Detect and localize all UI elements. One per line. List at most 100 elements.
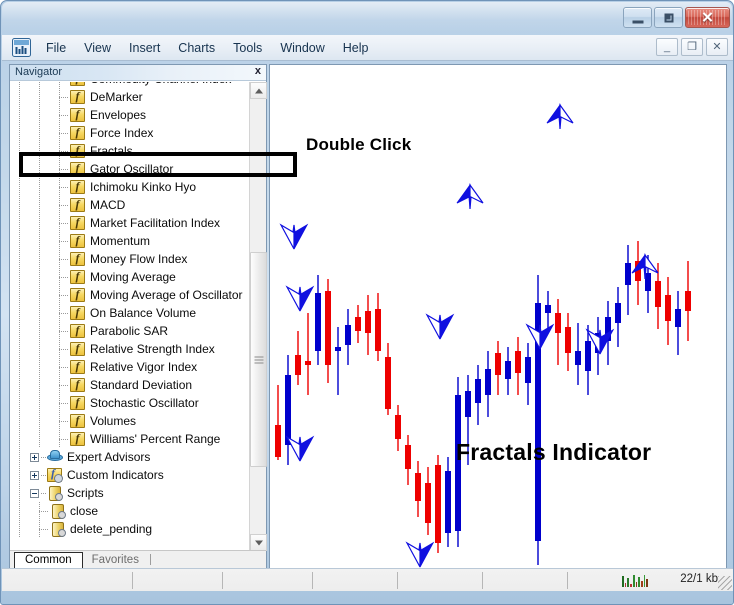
tree-item-macd[interactable]: MACD: [10, 196, 246, 214]
tree-item-demarker[interactable]: DeMarker: [10, 88, 246, 106]
candle: [675, 291, 681, 355]
tree-expander-minus-icon[interactable]: [30, 488, 39, 498]
candle: [615, 287, 621, 347]
fractal-arrow-down: [285, 435, 315, 462]
tab-favorites[interactable]: Favorites: [83, 553, 148, 568]
minimize-button[interactable]: [623, 7, 652, 28]
chart-panel[interactable]: Double Click Fractals Indicator: [269, 64, 727, 569]
tree-guide: [30, 214, 50, 232]
network-traffic-icon: [622, 573, 649, 587]
candle: [515, 337, 521, 395]
candle: [635, 241, 641, 305]
candle: [445, 457, 451, 547]
tree-item-delete-pending[interactable]: delete_pending: [10, 520, 246, 538]
tree-guide: [10, 394, 30, 412]
tree-guide: [10, 250, 30, 268]
tree-item-money-flow-index[interactable]: Money Flow Index: [10, 250, 246, 268]
candle: [275, 385, 281, 460]
tree-item-williams-percent-range[interactable]: Williams' Percent Range: [10, 430, 246, 448]
scroll-up-button[interactable]: [250, 82, 267, 99]
tree-item-scripts[interactable]: Scripts: [10, 484, 246, 502]
tree-guide: [30, 358, 50, 376]
menu-items: File View Insert Charts Tools Window Hel…: [37, 38, 378, 58]
indicator-f-icon: [70, 179, 85, 194]
tab-common[interactable]: Common: [14, 552, 83, 568]
maximize-button[interactable]: [654, 7, 683, 28]
tree-guide-elbow: [50, 124, 70, 142]
expert-advisor-icon: [47, 450, 63, 464]
tree-item-parabolic-sar[interactable]: Parabolic SAR: [10, 322, 246, 340]
menu-item-charts[interactable]: Charts: [169, 38, 224, 58]
tree-guide: [30, 304, 50, 322]
tree-guide-elbow: [50, 268, 70, 286]
tree-item-relative-strength-index[interactable]: Relative Strength Index: [10, 340, 246, 358]
tree-item-custom-indicators[interactable]: Custom Indicators: [10, 466, 246, 484]
menu-item-window[interactable]: Window: [271, 38, 333, 58]
tree-item-on-balance-volume[interactable]: On Balance Volume: [10, 304, 246, 322]
close-button[interactable]: ✕: [685, 7, 730, 28]
navigator-close-icon[interactable]: x: [255, 65, 261, 77]
tree-item-close[interactable]: close: [10, 502, 246, 520]
tree-guide: [10, 232, 30, 250]
tree-item-ichimoku-kinko-hyo[interactable]: Ichimoku Kinko Hyo: [10, 178, 246, 196]
metatrader-chart-icon: [12, 38, 31, 57]
mdi-minimize-button[interactable]: _: [656, 38, 678, 56]
annotation-double-click: Double Click: [306, 135, 412, 154]
fractal-arrow-down: [525, 323, 555, 350]
tree-item-volumes[interactable]: Volumes: [10, 412, 246, 430]
tree-item-stochastic-oscillator[interactable]: Stochastic Oscillator: [10, 394, 246, 412]
tree-guide-elbow: [50, 430, 70, 448]
tree-expander-plus-icon[interactable]: [30, 452, 39, 462]
tree-expander-plus-icon[interactable]: [30, 470, 39, 480]
tab-separator: [149, 554, 151, 565]
menu-item-help[interactable]: Help: [334, 38, 378, 58]
menu-item-insert[interactable]: Insert: [120, 38, 169, 58]
title-bar: ✕: [1, 1, 733, 35]
status-cell-divider: [222, 572, 223, 589]
tree-guide: [10, 520, 30, 538]
tree-item-envelopes[interactable]: Envelopes: [10, 106, 246, 124]
candle: [505, 347, 511, 395]
indicator-f-icon: [70, 395, 85, 410]
tree-guide: [30, 106, 50, 124]
tree-item-market-facilitation-index[interactable]: Market Facilitation Index: [10, 214, 246, 232]
tree-guide: [10, 268, 30, 286]
fractal-arrow-down: [425, 313, 455, 340]
status-cell-divider: [312, 572, 313, 589]
tree-item-moving-average[interactable]: Moving Average: [10, 268, 246, 286]
menu-item-file[interactable]: File: [37, 38, 75, 58]
memory-usage-label: 22/1 kb: [680, 573, 718, 585]
scrollbar-thumb[interactable]: [250, 252, 267, 467]
traffic-bar: [627, 578, 630, 587]
tree-item-force-index[interactable]: Force Index: [10, 124, 246, 142]
tree-item-moving-average-of-oscillator[interactable]: Moving Average of Oscillator: [10, 286, 246, 304]
tree-item-label: On Balance Volume: [90, 306, 197, 320]
tree-item-label: Market Facilitation Index: [90, 216, 221, 230]
tree-item-momentum[interactable]: Momentum: [10, 232, 246, 250]
tree-guide: [10, 376, 30, 394]
mdi-close-button[interactable]: ✕: [706, 38, 728, 56]
tree-item-label: Expert Advisors: [67, 450, 151, 464]
scroll-down-button[interactable]: [250, 534, 267, 551]
tree-item-label: Relative Strength Index: [90, 342, 215, 356]
mdi-restore-button[interactable]: ❐: [681, 38, 703, 56]
indicator-f-icon: [70, 82, 85, 86]
indicator-f-icon: [70, 341, 85, 356]
menu-item-tools[interactable]: Tools: [224, 38, 271, 58]
traffic-bar: [635, 582, 638, 587]
status-cell-divider: [132, 572, 133, 589]
fractal-arrow-down: [405, 541, 435, 568]
menu-item-view[interactable]: View: [75, 38, 120, 58]
tree-item-standard-deviation[interactable]: Standard Deviation: [10, 376, 246, 394]
traffic-bar: [622, 576, 624, 587]
resize-grip-icon[interactable]: [718, 576, 732, 590]
scrollbar-grip-icon: [254, 356, 263, 363]
indicator-f-icon: [70, 233, 85, 248]
annotation-fractals-indicator: Fractals Indicator: [456, 439, 652, 465]
tree-item-relative-vigor-index[interactable]: Relative Vigor Index: [10, 358, 246, 376]
tree-item-label: Moving Average: [90, 270, 176, 284]
tree-item-label: Ichimoku Kinko Hyo: [90, 180, 197, 194]
tree-guide-elbow: [50, 304, 70, 322]
fractal-arrow-up: [546, 103, 574, 130]
tree-item-expert-advisors[interactable]: Expert Advisors: [10, 448, 246, 466]
